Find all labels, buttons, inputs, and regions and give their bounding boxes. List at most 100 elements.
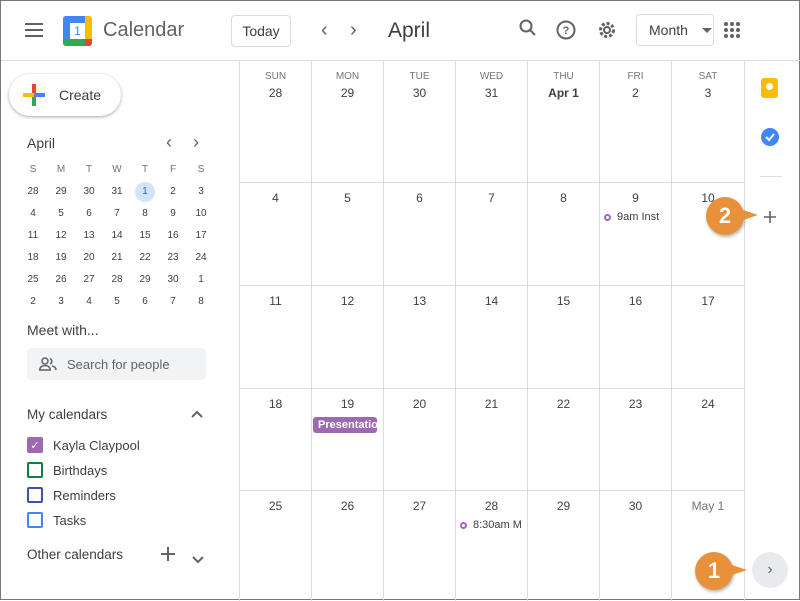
keep-icon[interactable] — [761, 78, 778, 98]
day-cell[interactable]: 28 8:30am M — [456, 491, 528, 601]
day-cell[interactable]: 19 Presentatio — [312, 389, 384, 491]
day-cell[interactable]: 22 — [528, 389, 600, 491]
day-number[interactable]: 28 — [456, 499, 527, 513]
day-number[interactable]: 17 — [672, 294, 744, 308]
day-cell[interactable]: 21 — [456, 389, 528, 491]
view-selector[interactable]: Month — [636, 14, 714, 46]
day-number[interactable]: 8 — [528, 191, 599, 205]
day-number[interactable]: 14 — [456, 294, 527, 308]
mini-day[interactable]: 17 — [187, 225, 215, 247]
day-number[interactable]: 20 — [384, 397, 455, 411]
mini-day[interactable]: 30 — [159, 269, 187, 291]
mini-day[interactable]: 3 — [187, 181, 215, 203]
day-cell[interactable]: 17 — [672, 286, 745, 389]
next-month-button[interactable]: › — [350, 19, 357, 42]
mini-day[interactable]: 24 — [187, 247, 215, 269]
search-people-input[interactable]: Search for people — [27, 348, 206, 380]
day-number[interactable]: 29 — [312, 86, 383, 100]
my-calendars-heading[interactable]: My calendars — [27, 407, 107, 422]
day-number[interactable]: 7 — [456, 191, 527, 205]
day-cell[interactable]: 29 — [528, 491, 600, 601]
mini-day[interactable]: 16 — [159, 225, 187, 247]
day-cell[interactable]: TUE 30 — [384, 61, 456, 183]
create-button[interactable]: Create — [9, 74, 121, 116]
settings-gear-icon[interactable] — [597, 20, 617, 45]
day-number[interactable]: 31 — [456, 86, 527, 100]
calendar-item[interactable]: Tasks — [27, 512, 86, 528]
mini-day[interactable]: 29 — [47, 181, 75, 203]
calendar-checkbox[interactable] — [27, 487, 43, 503]
mini-day[interactable]: 13 — [75, 225, 103, 247]
day-number[interactable]: 26 — [312, 499, 383, 513]
day-cell[interactable]: 4 — [240, 183, 312, 286]
tasks-icon[interactable] — [761, 128, 779, 146]
mini-next-button[interactable]: › — [193, 132, 199, 153]
calendar-item[interactable]: ✓ Kayla Claypool — [27, 437, 140, 453]
day-number[interactable]: 4 — [240, 191, 311, 205]
day-number[interactable]: 22 — [528, 397, 599, 411]
main-menu-icon[interactable] — [25, 23, 43, 37]
other-calendars-heading[interactable]: Other calendars — [27, 547, 123, 562]
mini-day[interactable]: 3 — [47, 291, 75, 313]
day-number[interactable]: 5 — [312, 191, 383, 205]
mini-day[interactable]: 1 — [187, 269, 215, 291]
day-cell[interactable]: 11 — [240, 286, 312, 389]
day-cell[interactable]: 27 — [384, 491, 456, 601]
day-number[interactable]: 2 — [600, 86, 671, 100]
day-cell[interactable]: 15 — [528, 286, 600, 389]
mini-day[interactable]: 29 — [131, 269, 159, 291]
mini-day[interactable]: 7 — [103, 203, 131, 225]
day-cell[interactable]: THU Apr 1 — [528, 61, 600, 183]
mini-day[interactable]: 2 — [159, 181, 187, 203]
add-addon-plus-icon[interactable] — [764, 210, 776, 228]
event-chip[interactable]: 8:30am M — [460, 519, 527, 531]
day-number[interactable]: 23 — [600, 397, 671, 411]
calendar-checkbox[interactable] — [27, 512, 43, 528]
mini-day[interactable]: 12 — [47, 225, 75, 247]
mini-day[interactable]: 30 — [75, 181, 103, 203]
mini-day[interactable]: 21 — [103, 247, 131, 269]
day-number[interactable]: 9 — [600, 191, 671, 205]
day-cell[interactable]: 23 — [600, 389, 672, 491]
day-number[interactable]: 13 — [384, 294, 455, 308]
mini-day[interactable]: 20 — [75, 247, 103, 269]
day-cell[interactable]: 26 — [312, 491, 384, 601]
calendar-item[interactable]: Reminders — [27, 487, 116, 503]
day-cell[interactable]: 13 — [384, 286, 456, 389]
day-cell[interactable]: 18 — [240, 389, 312, 491]
mini-day[interactable]: 14 — [103, 225, 131, 247]
mini-day[interactable]: 23 — [159, 247, 187, 269]
mini-day[interactable]: 11 — [19, 225, 47, 247]
event-bar[interactable]: Presentatio — [313, 417, 377, 433]
day-number[interactable]: 27 — [384, 499, 455, 513]
mini-day[interactable]: 22 — [131, 247, 159, 269]
today-button[interactable]: Today — [231, 15, 291, 47]
day-cell[interactable]: 16 — [600, 286, 672, 389]
day-number[interactable]: 12 — [312, 294, 383, 308]
mini-day[interactable]: 5 — [103, 291, 131, 313]
mini-prev-button[interactable]: ‹ — [166, 132, 172, 153]
calendar-checkbox[interactable]: ✓ — [27, 437, 43, 453]
mini-day[interactable]: 31 — [103, 181, 131, 203]
day-cell[interactable]: 9 9am Inst — [600, 183, 672, 286]
day-cell[interactable]: 12 — [312, 286, 384, 389]
mini-day[interactable]: 8 — [187, 291, 215, 313]
expand-chevron-down-icon[interactable] — [192, 551, 204, 569]
event-chip[interactable]: 9am Inst — [604, 211, 671, 223]
mini-day[interactable]: 7 — [159, 291, 187, 313]
mini-day[interactable]: 6 — [75, 203, 103, 225]
mini-day[interactable]: 27 — [75, 269, 103, 291]
day-number[interactable]: 29 — [528, 499, 599, 513]
apps-grid-icon[interactable] — [724, 22, 740, 38]
day-cell[interactable]: 25 — [240, 491, 312, 601]
day-cell[interactable]: 7 — [456, 183, 528, 286]
day-number[interactable]: 28 — [240, 86, 311, 100]
day-cell[interactable]: WED 31 — [456, 61, 528, 183]
day-number[interactable]: May 1 — [672, 499, 744, 513]
mini-day[interactable]: 4 — [75, 291, 103, 313]
day-cell[interactable]: 6 — [384, 183, 456, 286]
day-number[interactable]: 6 — [384, 191, 455, 205]
day-number[interactable]: Apr 1 — [528, 86, 599, 100]
mini-day[interactable]: 1 — [131, 181, 159, 203]
mini-day[interactable]: 19 — [47, 247, 75, 269]
